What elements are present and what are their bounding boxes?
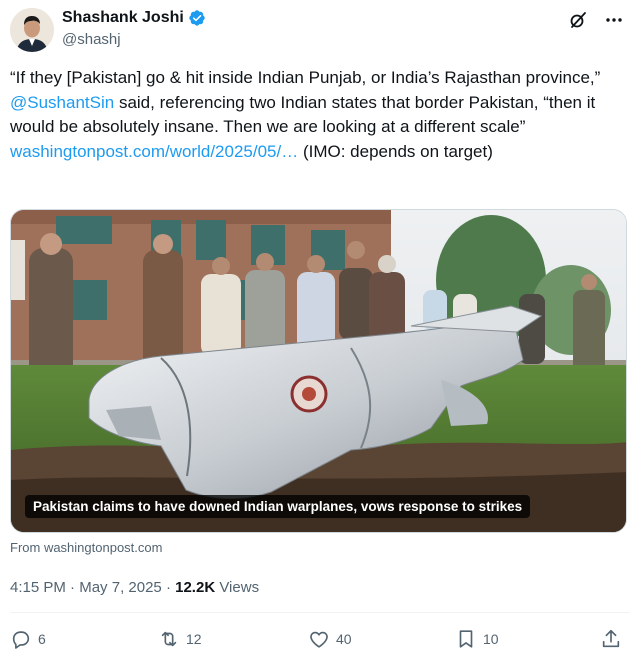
avatar[interactable]: [10, 8, 54, 52]
views-label: Views: [215, 579, 260, 596]
reply-button[interactable]: 6: [10, 628, 46, 650]
meta-separator-1: ·: [65, 579, 80, 596]
like-count: 40: [336, 631, 352, 647]
verified-badge-icon: [188, 9, 206, 27]
bookmark-count: 10: [483, 631, 499, 647]
media-caption: Pakistan claims to have downed Indian wa…: [25, 495, 531, 518]
tweet-meta: 4:15 PM · May 7, 2025 · 12.2K Views: [10, 579, 259, 596]
action-bar: 6 12 40 10: [10, 628, 624, 658]
reply-icon: [12, 631, 30, 649]
divider: [10, 612, 630, 613]
share-icon: [602, 629, 620, 648]
meta-separator-2: ·: [161, 579, 176, 596]
author-handle[interactable]: @shashj: [62, 31, 121, 48]
tweet-header: Shashank Joshi @shashj: [10, 6, 630, 54]
news-photo: [11, 210, 626, 532]
share-button[interactable]: [600, 628, 622, 650]
tweet-date[interactable]: May 7, 2025: [79, 579, 162, 596]
views-count: 12.2K: [175, 579, 216, 596]
author-display-name[interactable]: Shashank Joshi: [62, 9, 184, 27]
tweet-text: “If they [Pakistan] go & hit inside Indi…: [10, 66, 622, 164]
link-source[interactable]: From washingtonpost.com: [10, 540, 162, 555]
like-button[interactable]: 40: [308, 628, 352, 650]
more-options-icon[interactable]: [604, 10, 624, 30]
heart-icon: [310, 631, 328, 648]
author-name-row: Shashank Joshi: [62, 9, 206, 27]
reply-count: 6: [38, 631, 46, 647]
bookmark-icon: [459, 630, 473, 648]
retweet-count: 12: [186, 631, 202, 647]
tweet-text-part1: “If they [Pakistan] go & hit inside Indi…: [10, 68, 601, 87]
retweet-icon: [161, 631, 177, 647]
article-link[interactable]: washingtonpost.com/world/2025/05/…: [10, 142, 298, 161]
grok-icon[interactable]: [568, 10, 588, 30]
tweet-text-part3: (IMO: depends on target): [298, 141, 493, 161]
tweet-time[interactable]: 4:15 PM: [10, 579, 66, 596]
bookmark-button[interactable]: 10: [455, 628, 499, 650]
link-card-image[interactable]: Pakistan claims to have downed Indian wa…: [10, 209, 627, 533]
mention-link[interactable]: @SushantSin: [10, 93, 114, 112]
retweet-button[interactable]: 12: [158, 628, 202, 650]
